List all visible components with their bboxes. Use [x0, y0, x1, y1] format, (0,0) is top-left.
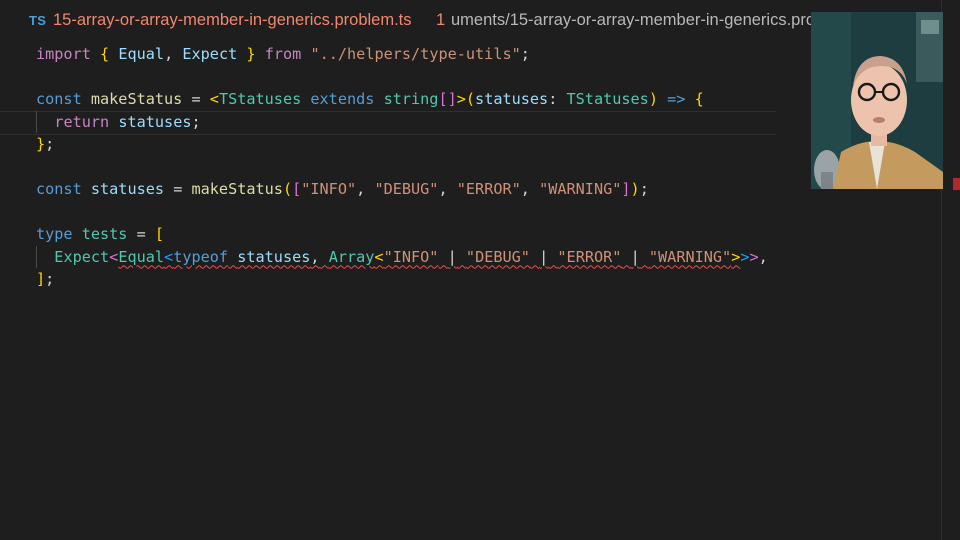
array-brackets: []	[438, 90, 457, 108]
import-path-string: "../helpers/type-utils"	[310, 45, 521, 63]
comma: ,	[356, 180, 366, 198]
string-error: "ERROR"	[557, 247, 622, 266]
code-line-10: Expect<Equal<typeof statuses, Array<"INF…	[36, 245, 768, 268]
param-type: TStatuses	[566, 90, 649, 108]
comma: ,	[438, 180, 448, 198]
array-close: ]	[621, 180, 631, 198]
const-keyword: const	[36, 180, 82, 198]
typescript-file-icon: TS	[29, 13, 47, 28]
paren-close: )	[648, 90, 658, 108]
type-alias-name: tests	[81, 225, 128, 243]
type-error-squiggle[interactable]: Equal<typeof statuses, Array<"INFO" | "D…	[118, 248, 740, 266]
comma: ,	[164, 45, 174, 63]
code-line-5: };	[36, 133, 768, 156]
string-info: "INFO"	[301, 180, 357, 198]
paren-open: (	[465, 90, 476, 108]
brace-open: {	[100, 45, 110, 63]
union-pipe: |	[447, 247, 457, 266]
array-type: Array	[328, 247, 375, 266]
semicolon: ;	[45, 270, 55, 288]
import-equal: Equal	[118, 45, 165, 63]
code-line-1: import { Equal, Expect } from "../helper…	[36, 43, 768, 66]
union-pipe: |	[539, 247, 549, 266]
generic-open: <	[374, 247, 384, 266]
string-error: "ERROR"	[456, 180, 521, 198]
string-type: string	[383, 90, 439, 108]
generic-open: <	[109, 247, 119, 266]
body-open-brace: {	[694, 90, 704, 108]
paren-open: (	[282, 180, 293, 198]
typeof-keyword: typeof	[173, 247, 229, 266]
error-overview-ruler-marker	[953, 178, 960, 190]
trailing-comma: ,	[758, 247, 768, 266]
equal-type: Equal	[118, 247, 165, 266]
generic-close: >	[456, 90, 466, 108]
function-name: makeStatus	[90, 90, 183, 108]
semicolon: ;	[520, 45, 530, 63]
problem-count-badge: 1	[436, 11, 446, 29]
comma: ,	[520, 180, 530, 198]
import-expect: Expect	[182, 45, 238, 63]
string-info: "INFO"	[383, 247, 439, 266]
comma: ,	[310, 247, 320, 266]
array-open: [	[292, 180, 302, 198]
equals: =	[173, 180, 183, 198]
const-keyword: const	[36, 90, 82, 108]
generic-open: <	[164, 247, 174, 266]
string-warning: "WARNING"	[539, 180, 622, 198]
string-debug: "DEBUG"	[374, 180, 439, 198]
code-line-11: ];	[36, 268, 768, 291]
code-line-4: return statuses;	[0, 110, 776, 135]
breadcrumb-path[interactable]: uments/15-array-or-array-member-in-gener…	[451, 11, 837, 30]
paren-close: )	[630, 180, 640, 198]
union-pipe: |	[630, 247, 640, 266]
indent-guide	[36, 245, 37, 268]
presenter-webcam-image	[811, 12, 943, 189]
equals: =	[136, 225, 146, 243]
equals: =	[191, 90, 201, 108]
extends-keyword: extends	[310, 90, 375, 108]
arrow: =>	[667, 90, 686, 108]
body-close-brace: }	[36, 135, 46, 153]
colon: :	[548, 90, 558, 108]
generic-close: >	[731, 247, 741, 266]
semicolon: ;	[45, 135, 55, 153]
generic-open: <	[209, 90, 219, 108]
string-debug: "DEBUG"	[465, 247, 530, 266]
typeof-target: statuses	[237, 247, 311, 266]
indent-guide	[36, 110, 37, 133]
code-editor[interactable]: import { Equal, Expect } from "../helper…	[0, 43, 776, 291]
presenter-webcam-overlay	[811, 12, 943, 189]
type-keyword: type	[36, 225, 73, 243]
tab-filename[interactable]: 15-array-or-array-member-in-generics.pro…	[53, 11, 412, 30]
code-line-3: const makeStatus = <TStatuses extends st…	[36, 88, 768, 111]
brace-close: }	[246, 45, 256, 63]
string-warning: "WARNING"	[648, 247, 732, 266]
current-line-highlight	[0, 110, 776, 135]
expect-type: Expect	[54, 247, 110, 266]
from-keyword: from	[264, 45, 302, 63]
generic-close: >	[740, 247, 750, 266]
function-call: makeStatus	[191, 180, 283, 198]
generic-close: >	[749, 247, 759, 266]
tuple-close: ]	[36, 270, 46, 288]
tuple-open: [	[154, 225, 165, 243]
semicolon: ;	[639, 180, 649, 198]
param-name: statuses	[475, 90, 549, 108]
code-line-7: const statuses = makeStatus(["INFO", "DE…	[36, 178, 768, 201]
import-keyword: import	[36, 45, 91, 63]
code-line-9: type tests = [	[36, 223, 768, 246]
type-param: TStatuses	[218, 90, 302, 108]
variable-name: statuses	[90, 180, 165, 198]
